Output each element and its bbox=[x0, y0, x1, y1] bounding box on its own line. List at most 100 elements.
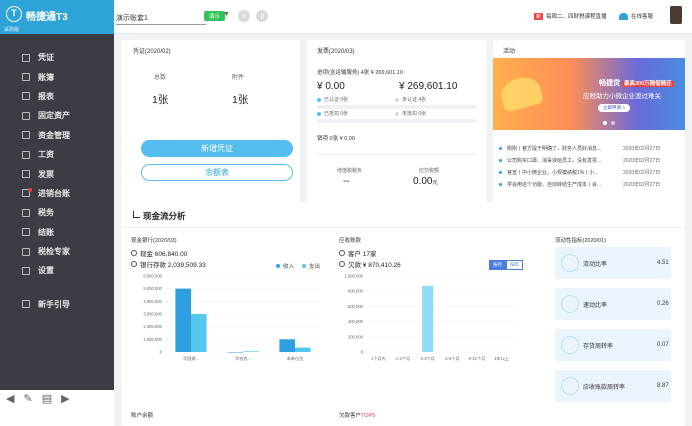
status-dot bbox=[317, 111, 321, 116]
tax-payable-label: 应交税额 bbox=[419, 168, 440, 174]
news-item[interactable]: 学会用这个功能，自动转结生产成本丨会... 2020年02月27日 bbox=[493, 178, 685, 190]
sidebar-item-4[interactable]: 资金管理 bbox=[0, 126, 114, 145]
avatar[interactable] bbox=[670, 6, 682, 24]
chevron-down-icon[interactable]: ▼ bbox=[223, 11, 230, 18]
sidebar-item-10[interactable]: 税检专家 bbox=[0, 242, 114, 261]
voucher-title: 凭证(2020/02) bbox=[133, 49, 171, 55]
sidebar-item-label: 工资 bbox=[38, 150, 54, 160]
bar-expense[interactable] bbox=[295, 347, 311, 352]
ratio-item[interactable]: 存货周转率 0.07 bbox=[555, 329, 671, 361]
legend-dot bbox=[276, 264, 280, 268]
status-dot bbox=[317, 97, 321, 102]
y-tick-label: 4,000,000 bbox=[143, 299, 162, 304]
ratio-item[interactable]: 应收账款周转率 8.87 bbox=[555, 370, 671, 402]
sidebar-item-6[interactable]: 发票 bbox=[0, 164, 114, 183]
cash-text: 现金 606,840.00 bbox=[140, 251, 188, 258]
sidebar-item-9[interactable]: 结账 bbox=[0, 223, 114, 242]
y-tick-label: 6,000,000 bbox=[143, 274, 162, 279]
legend-income[interactable]: 收入 bbox=[276, 262, 294, 270]
sidebar-item-11[interactable]: 设置 bbox=[0, 261, 114, 280]
legend-expense[interactable]: 支出 bbox=[302, 262, 320, 270]
sidebar-item-7[interactable]: 进销台账 bbox=[0, 184, 114, 203]
activity-card: 活动 畅捷贷 最高300万随借随还 应税助力小微企业渡过难关 立即申请 > 刚刚… bbox=[493, 40, 685, 206]
sidebar-item-5[interactable]: 工资 bbox=[0, 145, 114, 164]
sidebar-item-label: 进销台账 bbox=[38, 188, 70, 198]
top-bar: 演示账套1 演示 ▼ + ॥ 新 每周二、四财税课程直播 在线客服 bbox=[114, 0, 692, 34]
rocket-icon bbox=[561, 295, 579, 313]
online-service-text: 在线客服 bbox=[631, 14, 654, 20]
period-toggle: 按月 按年 bbox=[489, 260, 523, 270]
ratio-value: 8.87 bbox=[657, 383, 669, 389]
sidebar-item-2[interactable]: 报表 bbox=[0, 87, 114, 106]
banner-title-text: 畅捷贷 bbox=[599, 80, 620, 87]
bar-receivable[interactable] bbox=[422, 285, 434, 352]
arrow-left-icon[interactable]: ◀ bbox=[6, 392, 14, 405]
pencil-icon[interactable]: ✎ bbox=[23, 392, 32, 405]
news-list: 刚刚丨官方提于明确了，财务人员好消息... 2020年02月27日 公司购买口罩、消… bbox=[493, 142, 685, 190]
voucher-attach-label: 附件 bbox=[232, 75, 245, 81]
arrow-right-icon[interactable]: ▶ bbox=[61, 392, 69, 405]
add-voucher-button[interactable]: 新增凭证 bbox=[141, 140, 293, 157]
ratio-item[interactable]: 流动比率 4.51 bbox=[555, 247, 671, 279]
app-logo[interactable]: T 畅捷通T3 采购版 bbox=[0, 0, 114, 34]
promo-banner[interactable]: 畅捷贷 最高300万随借随还 应税助力小微企业渡过难关 立即申请 > bbox=[493, 58, 685, 130]
sidebar-item-label: 税检专家 bbox=[38, 247, 70, 257]
owed-line: 欠款 ¥ 870,410.26 bbox=[339, 259, 401, 269]
cashflow-title: 现金流分析 bbox=[143, 211, 186, 221]
deducted-progress bbox=[317, 119, 477, 123]
x-tick-label: 3-6个月 bbox=[445, 356, 459, 362]
online-service-link[interactable]: 在线客服 bbox=[619, 12, 653, 20]
bar-income[interactable] bbox=[279, 339, 295, 352]
invoice-amount-right: ¥ 269,601.10 bbox=[399, 81, 458, 92]
news-item[interactable]: 公司购买口罩、消毒液给员工，没有发票... 2020年02月27日 bbox=[493, 154, 685, 166]
logo-icon: T bbox=[6, 6, 22, 22]
sidebar-item-0[interactable]: 凭证 bbox=[0, 48, 114, 67]
add-icon[interactable]: + bbox=[238, 10, 250, 22]
sidebar-item-label: 设置 bbox=[38, 266, 54, 276]
legend-dot bbox=[302, 264, 306, 268]
carousel-dot[interactable] bbox=[611, 121, 615, 125]
sidebar-item-label: 新手引导 bbox=[38, 299, 70, 309]
balance-sheet-button[interactable]: 余额表 bbox=[141, 164, 293, 181]
ratio-value: 0.07 bbox=[657, 342, 669, 348]
news-item[interactable]: 官宣丨中小微企业，小规模纳税1%丨小... 2020年02月27日 bbox=[493, 166, 685, 178]
sidebar-item-12[interactable]: 新手引导 bbox=[0, 295, 114, 314]
news-date: 2020年02月27日 bbox=[623, 157, 661, 164]
news-item[interactable]: 刚刚丨官方提于明确了，财务人员好消息... 2020年02月27日 bbox=[493, 142, 685, 154]
toggle-year[interactable]: 按年 bbox=[506, 260, 523, 270]
pause-icon[interactable]: ॥ bbox=[256, 10, 268, 22]
y-tick-label: 3,000,000 bbox=[143, 312, 162, 317]
certified-progress bbox=[317, 105, 477, 109]
sidebar-item-label: 账簿 bbox=[38, 72, 54, 82]
news-date: 2020年02月27日 bbox=[623, 145, 661, 152]
sidebar-item-8[interactable]: 税务 bbox=[0, 203, 114, 222]
bottom-toolbar: ◀ ✎ ▤ ▶ bbox=[6, 392, 70, 405]
x-tick-label: 1-2个月 bbox=[396, 356, 410, 362]
list-icon[interactable]: ▤ bbox=[42, 392, 52, 405]
banner-title: 畅捷贷 最高300万随借随还 bbox=[599, 78, 674, 88]
receivable-turnover-icon bbox=[561, 377, 579, 395]
bullet-dot bbox=[499, 182, 502, 186]
sidebar-item-3[interactable]: 固定资产 bbox=[0, 106, 114, 125]
report-icon bbox=[22, 92, 30, 101]
live-course-link[interactable]: 新 每周二、四财税课程直播 bbox=[534, 12, 607, 20]
y-tick-label: 5,000,000 bbox=[143, 286, 162, 291]
ratio-value: 0.26 bbox=[657, 301, 669, 307]
apply-now-button[interactable]: 立即申请 > bbox=[598, 104, 630, 112]
liquidity-icon bbox=[561, 254, 579, 272]
tax-payable-value: 0.00元 bbox=[413, 176, 437, 187]
y-tick-label: 2,000,000 bbox=[143, 324, 162, 329]
news-title: 刚刚丨官方提于明确了，财务人员好消息... bbox=[507, 145, 602, 152]
bar-expense[interactable] bbox=[191, 314, 207, 352]
toggle-month[interactable]: 按月 bbox=[489, 260, 506, 270]
sidebar-item-1[interactable]: 账簿 bbox=[0, 67, 114, 86]
sidebar-item-label: 凭证 bbox=[38, 53, 54, 63]
account-selector[interactable]: 演示账套1 bbox=[116, 13, 206, 25]
ratio-item[interactable]: 速动比率 0.26 bbox=[555, 288, 671, 320]
bar-income[interactable] bbox=[175, 288, 191, 352]
carousel-dot[interactable] bbox=[603, 121, 607, 125]
y-tick-label: 600,000 bbox=[348, 304, 364, 309]
voucher-total-value: 1张 bbox=[152, 94, 169, 106]
bar-income[interactable] bbox=[227, 352, 243, 353]
bar-expense[interactable] bbox=[243, 351, 259, 352]
